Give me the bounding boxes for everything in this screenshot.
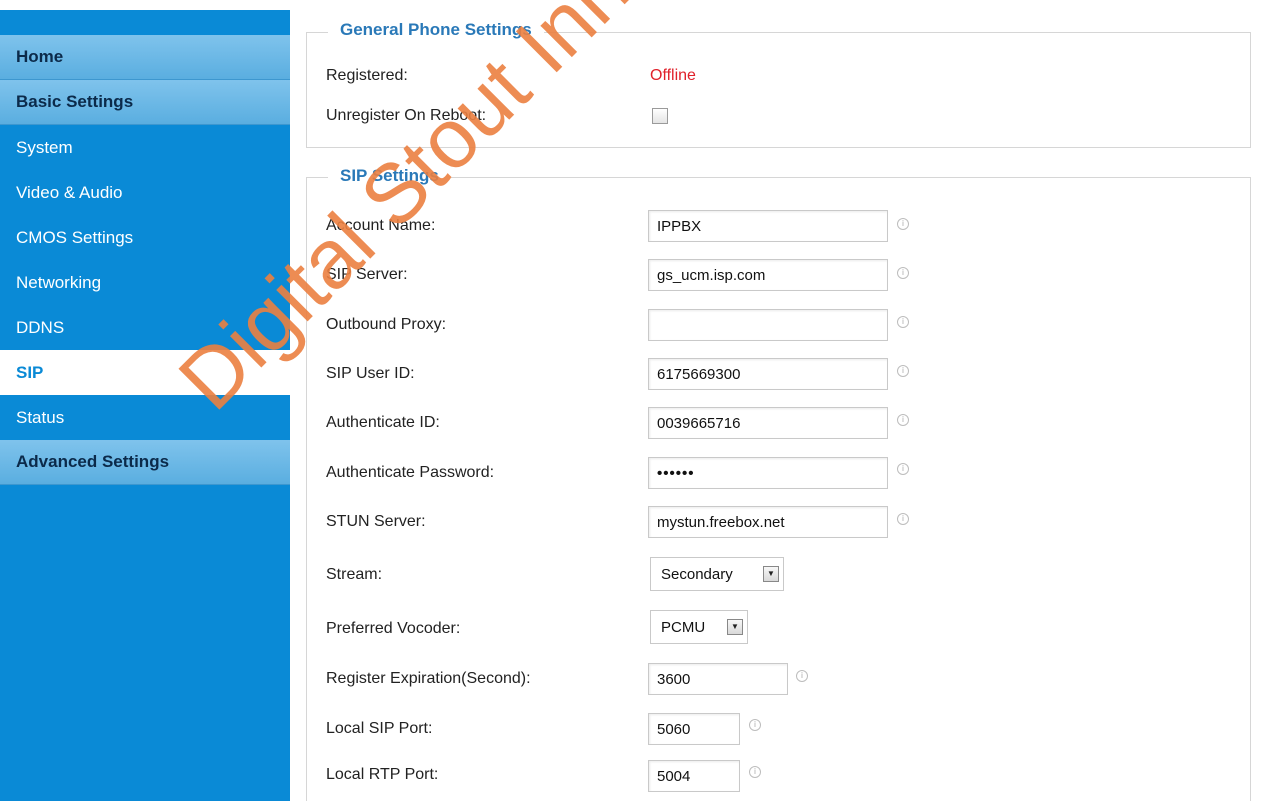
stream-label: Stream: — [326, 566, 383, 583]
sip-server-input[interactable] — [648, 259, 888, 291]
unregister-on-reboot-checkbox[interactable] — [652, 108, 668, 124]
preferred-vocoder-select-value: PCMU — [661, 618, 706, 636]
stream-select-value: Secondary — [661, 565, 733, 583]
authenticate-password-label: Authenticate Password: — [326, 464, 495, 481]
authenticate-id-label: Authenticate ID: — [326, 414, 440, 431]
preferred-vocoder-label: Preferred Vocoder: — [326, 620, 461, 637]
sidebar-item-networking[interactable]: Networking — [0, 260, 290, 305]
sip-settings-legend: SIP Settings — [328, 166, 451, 186]
registered-status-value: Offline — [650, 67, 696, 84]
local-rtp-port-input[interactable] — [648, 760, 740, 792]
sidebar-item-video-audio[interactable]: Video & Audio — [0, 170, 290, 215]
sip-user-id-input[interactable] — [648, 358, 888, 390]
sidebar-item-ddns[interactable]: DDNS — [0, 305, 290, 350]
sidebar-item-advanced-settings[interactable]: Advanced Settings — [0, 440, 290, 485]
preferred-vocoder-select[interactable]: PCMU ▼ — [650, 610, 748, 644]
sidebar-item-status[interactable]: Status — [0, 395, 290, 440]
main-panel: General Phone Settings Registered: Offli… — [290, 0, 1268, 801]
sidebar-nav: Home Basic Settings System Video & Audio… — [0, 0, 290, 801]
info-icon: i — [897, 463, 909, 475]
info-icon: i — [897, 267, 909, 279]
info-icon: i — [749, 719, 761, 731]
chevron-down-icon[interactable]: ▼ — [763, 566, 779, 582]
local-rtp-port-label: Local RTP Port: — [326, 766, 439, 783]
info-icon: i — [897, 316, 909, 328]
chevron-down-icon[interactable]: ▼ — [727, 619, 743, 635]
unregister-on-reboot-label: Unregister On Reboot: — [326, 107, 487, 124]
account-name-input[interactable] — [648, 210, 888, 242]
register-expiration-input[interactable] — [648, 663, 788, 695]
sidebar-item-cmos-settings[interactable]: CMOS Settings — [0, 215, 290, 260]
local-sip-port-label: Local SIP Port: — [326, 720, 433, 737]
info-icon: i — [897, 513, 909, 525]
info-icon: i — [897, 218, 909, 230]
sip-server-label: SIP Server: — [326, 266, 408, 283]
local-sip-port-input[interactable] — [648, 713, 740, 745]
sidebar-item-system[interactable]: System — [0, 125, 290, 170]
sidebar-item-home[interactable]: Home — [0, 35, 290, 80]
info-icon: i — [749, 766, 761, 778]
sidebar-item-sip[interactable]: SIP — [0, 350, 290, 395]
general-settings-legend: General Phone Settings — [328, 20, 544, 40]
info-icon: i — [897, 414, 909, 426]
outbound-proxy-label: Outbound Proxy: — [326, 316, 447, 333]
general-settings-fieldset — [306, 32, 1251, 148]
stun-server-input[interactable] — [648, 506, 888, 538]
registered-label: Registered: — [326, 67, 408, 84]
authenticate-id-input[interactable] — [648, 407, 888, 439]
info-icon: i — [897, 365, 909, 377]
sidebar-top-strip — [0, 0, 290, 10]
outbound-proxy-input[interactable] — [648, 309, 888, 341]
account-name-label: Account Name: — [326, 217, 436, 234]
authenticate-password-input[interactable] — [648, 457, 888, 489]
sip-user-id-label: SIP User ID: — [326, 365, 415, 382]
register-expiration-label: Register Expiration(Second): — [326, 670, 531, 687]
stun-server-label: STUN Server: — [326, 513, 426, 530]
sidebar-item-basic-settings[interactable]: Basic Settings — [0, 80, 290, 125]
info-icon: i — [796, 670, 808, 682]
stream-select[interactable]: Secondary ▼ — [650, 557, 784, 591]
